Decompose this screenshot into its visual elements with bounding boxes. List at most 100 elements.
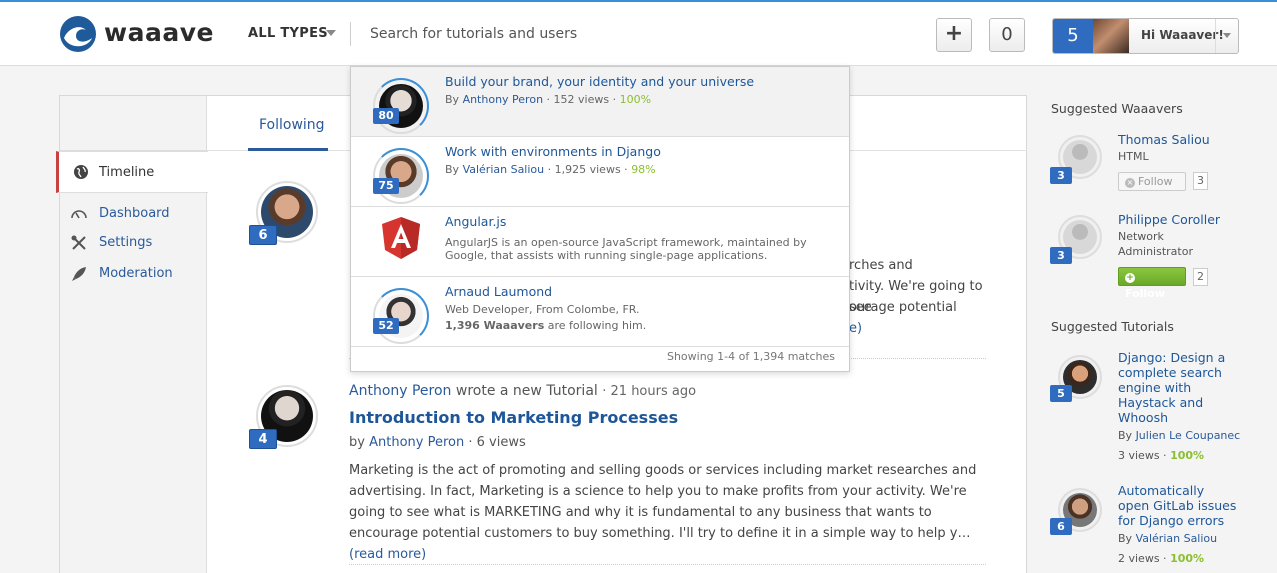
user-menu[interactable]: 5 Hi Waaaver! — [1052, 18, 1239, 54]
author-link[interactable]: Valérian Saliou — [463, 163, 545, 176]
results-count: Showing 1-4 of 1,394 matches — [666, 350, 835, 363]
tutorial-title-link[interactable]: Automatically open GitLab issues for Dja… — [1118, 483, 1238, 528]
avatar — [1093, 19, 1129, 53]
follower-count: 2 — [1193, 268, 1208, 286]
views-count: 1,925 views — [554, 163, 621, 176]
tab-following[interactable]: Following — [248, 96, 328, 151]
search-result-item[interactable]: 80 Build your brand, your identity and y… — [351, 67, 849, 137]
user-name-link[interactable]: Thomas Saliou — [1118, 132, 1210, 147]
chevron-down-icon[interactable] — [1223, 33, 1231, 38]
sidebar-header — [60, 96, 207, 151]
tutorial-stats: 2 views · 100% — [1118, 552, 1205, 565]
user-points-badge: 5 — [1053, 19, 1093, 53]
chevron-down-icon[interactable] — [326, 30, 336, 36]
sidebar-item-label: Settings — [99, 235, 153, 250]
feed-body-fragment: ourage potential — [849, 300, 957, 315]
sidebar-item-timeline[interactable]: Timeline — [56, 151, 208, 193]
feed-headline: Anthony Peron wrote a new Tutorial · 21 … — [349, 383, 697, 399]
author-link[interactable]: Julien Le Coupanec — [1136, 429, 1241, 442]
user-name-link[interactable]: Philippe Coroller — [1118, 212, 1220, 227]
tools-icon — [71, 235, 86, 250]
tab-label: Following — [259, 117, 325, 133]
tutorial-title-link[interactable]: Introduction to Marketing Processes — [349, 408, 678, 427]
rating-percent: 100% — [619, 93, 652, 106]
wave-logo-icon[interactable] — [58, 14, 98, 54]
tutorial-byline: By Valérian Saliou — [1118, 532, 1217, 545]
section-title: Suggested Waaavers — [1051, 101, 1183, 116]
add-button[interactable]: + — [936, 18, 972, 52]
timestamp: 21 hours ago — [610, 384, 697, 399]
result-meta: By Anthony Peron · 152 views · 100% — [445, 93, 652, 106]
tutorial-stats: 3 views · 100% — [1118, 449, 1205, 462]
progress-ring — [373, 288, 429, 344]
follow-button[interactable]: × Follow — [1118, 172, 1186, 191]
progress-ring — [373, 148, 429, 204]
progress-ring — [373, 78, 429, 134]
search-results-dropdown: 80 Build your brand, your identity and y… — [350, 66, 850, 372]
views-count: 152 views — [553, 93, 610, 106]
search-result-item[interactable]: 75 Work with environments in Django By V… — [351, 137, 849, 207]
author-link[interactable]: Anthony Peron — [349, 383, 451, 399]
feed-body-fragment: rches and — [849, 258, 913, 273]
notifications-button[interactable]: 0 — [989, 18, 1025, 52]
feed-action: wrote a new Tutorial — [455, 383, 598, 399]
sidebar-item-label: Moderation — [99, 266, 173, 281]
user-menu-divider — [1215, 19, 1216, 53]
search-result-item[interactable]: 52 Arnaud Laumond Web Developer, From Co… — [351, 277, 849, 347]
user-level-badge: 4 — [249, 429, 277, 449]
feed-byline: by Anthony Peron · 6 views — [349, 435, 526, 450]
author-link[interactable]: Anthony Peron — [369, 435, 464, 450]
read-more-link[interactable]: e) — [849, 318, 889, 339]
feed-divider — [349, 564, 986, 565]
rocket-icon — [72, 267, 86, 281]
user-greeting: Hi Waaaver! — [1141, 28, 1224, 42]
close-circle-icon: × — [1125, 178, 1135, 188]
globe-icon — [74, 165, 88, 179]
result-title: Work with environments in Django — [445, 144, 661, 159]
sidebar-item-moderation[interactable]: Moderation — [70, 264, 200, 284]
byline-prefix: By — [445, 93, 460, 106]
sidebar-item-settings[interactable]: Settings — [70, 233, 200, 253]
byline-prefix: By — [445, 163, 460, 176]
follow-label: Follow — [1138, 175, 1173, 188]
result-followers: 1,396 Waaavers are following him. — [445, 319, 646, 332]
types-filter[interactable]: ALL TYPES — [248, 26, 328, 41]
user-role: Network — [1118, 230, 1164, 243]
header-divider — [350, 22, 351, 46]
follower-count: 3 — [1193, 172, 1208, 190]
header: waaave ALL TYPES + 0 5 Hi Waaaver! — [0, 2, 1277, 66]
user-level-badge: 6 — [249, 225, 277, 245]
tutorial-byline: By Julien Le Coupanec — [1118, 429, 1240, 442]
byline-prefix: by — [349, 435, 365, 450]
section-title: Suggested Tutorials — [1051, 319, 1174, 334]
byline-prefix: By — [1118, 532, 1133, 545]
user-level-badge: 6 — [1050, 518, 1072, 535]
score-badge: 52 — [373, 318, 399, 334]
result-title: Build your brand, your identity and your… — [445, 74, 755, 89]
author-link[interactable]: Anthony Peron — [463, 93, 543, 106]
follow-button[interactable]: + Follow — [1118, 267, 1186, 300]
user-level-badge: 3 — [1050, 167, 1072, 184]
tutorial-title-link[interactable]: Django: Design a complete search engine … — [1118, 350, 1238, 425]
views-count: 6 views — [476, 435, 526, 450]
rating-percent: 100% — [1170, 552, 1205, 565]
rating-percent: 100% — [1170, 449, 1205, 462]
search-input[interactable] — [360, 18, 810, 50]
followers-count: 1,396 Waaavers — [445, 319, 545, 332]
views-count: 3 views — [1118, 449, 1160, 462]
follow-label: Follow — [1125, 287, 1165, 300]
user-role: Administrator — [1118, 245, 1193, 258]
author-link[interactable]: Valérian Saliou — [1136, 532, 1218, 545]
search-result-item[interactable]: Angular.js AngularJS is an open-source J… — [351, 207, 849, 277]
gauge-icon — [71, 210, 87, 219]
result-meta: By Valérian Saliou · 1,925 views · 98% — [445, 163, 656, 176]
sidebar-item-label: Timeline — [99, 165, 155, 180]
result-meta: Web Developer, From Colombe, FR. — [445, 303, 640, 316]
result-title: Arnaud Laumond — [445, 284, 553, 299]
sidebar-item-dashboard[interactable]: Dashboard — [70, 204, 200, 224]
logo-text[interactable]: waaave — [104, 18, 214, 47]
sidebar: Timeline Dashboard Settings Moderation — [56, 96, 208, 573]
read-more-link[interactable]: (read more) — [349, 547, 426, 562]
byline-prefix: By — [1118, 429, 1133, 442]
user-level-badge: 5 — [1050, 385, 1072, 402]
